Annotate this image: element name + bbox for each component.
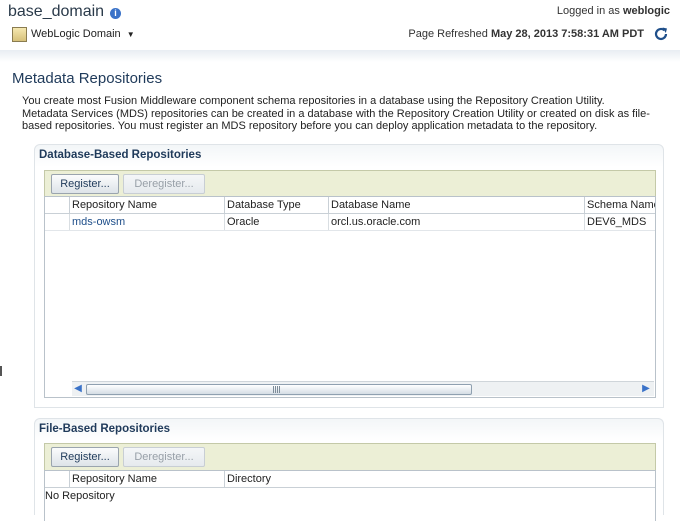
file-section-title: File-Based Repositories	[39, 423, 171, 435]
domain-title: base_domain	[8, 3, 105, 20]
file-repositories-table: Repository Name Directory No Repository	[44, 470, 656, 521]
database-type-cell: Oracle	[224, 214, 327, 230]
schema-name-cell: DEV6_MDS	[584, 214, 655, 230]
scroll-right-icon[interactable]: ▶	[640, 383, 652, 395]
scroll-left-icon[interactable]: ◀	[72, 383, 84, 395]
grip-icon	[273, 386, 281, 393]
info-icon[interactable]: i	[110, 8, 121, 19]
empty-table-message: No Repository	[45, 490, 115, 502]
register-button[interactable]: Register...	[51, 447, 119, 467]
username: weblogic	[622, 5, 670, 17]
domain-menu-label: WebLogic Domain	[31, 28, 121, 40]
deregister-button[interactable]: Deregister...	[123, 447, 205, 467]
splitter-handle[interactable]	[0, 366, 2, 376]
domain-icon	[12, 26, 27, 42]
logged-in-label: Logged in as	[556, 5, 620, 17]
column-header-repository-name[interactable]: Repository Name	[69, 197, 223, 213]
refresh-label: Page Refreshed	[408, 28, 488, 40]
page-description: You create most Fusion Middleware compon…	[22, 95, 650, 132]
table-row[interactable]: mds-owsm Oracle orcl.us.oracle.com DEV6_…	[45, 214, 655, 231]
column-header-repository-name[interactable]: Repository Name	[69, 471, 223, 487]
table-header: Repository Name Database Type Database N…	[45, 197, 655, 214]
column-header-database-type[interactable]: Database Type	[224, 197, 327, 213]
page-title: Metadata Repositories	[12, 70, 163, 87]
database-repositories-panel: Database-Based Repositories Register... …	[34, 144, 664, 408]
repository-name-cell[interactable]: mds-owsm	[69, 214, 223, 230]
scrollbar-thumb[interactable]	[86, 384, 472, 395]
page-refreshed-status: Page Refreshed May 28, 2013 7:58:31 AM P…	[408, 28, 644, 40]
refresh-timestamp: May 28, 2013 7:58:31 AM PDT	[490, 28, 644, 40]
file-repositories-panel: File-Based Repositories Register... Dere…	[34, 418, 664, 521]
column-header-directory[interactable]: Directory	[224, 471, 527, 487]
deregister-button[interactable]: Deregister...	[123, 174, 205, 194]
weblogic-domain-menu[interactable]: WebLogic Domain ▼	[12, 26, 135, 42]
horizontal-scrollbar[interactable]: ◀ ▶	[72, 381, 654, 396]
file-toolbar: Register... Deregister...	[44, 443, 656, 471]
database-section-title: Database-Based Repositories	[39, 149, 202, 161]
column-header-schema-name[interactable]: Schema Name	[584, 197, 655, 213]
database-name-cell: orcl.us.oracle.com	[328, 214, 581, 230]
logged-in-status: Logged in as weblogic	[557, 5, 670, 17]
chevron-down-icon: ▼	[126, 29, 135, 39]
register-button[interactable]: Register...	[51, 174, 119, 194]
refresh-icon[interactable]	[652, 25, 670, 43]
header-separator	[0, 50, 680, 62]
database-toolbar: Register... Deregister...	[44, 170, 656, 198]
table-header: Repository Name Directory	[45, 471, 655, 488]
database-repositories-table: Repository Name Database Type Database N…	[44, 196, 656, 398]
column-header-database-name[interactable]: Database Name	[328, 197, 581, 213]
